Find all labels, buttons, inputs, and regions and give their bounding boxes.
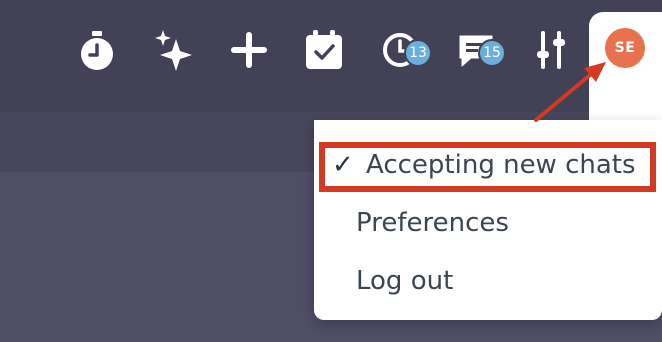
sparkle-icon[interactable] [153, 28, 195, 72]
stopwatch-icon[interactable] [78, 30, 116, 72]
history-count-badge: 13 [404, 39, 432, 67]
sliders-icon[interactable] [534, 30, 568, 70]
menu-item-logout[interactable]: Log out [314, 252, 662, 310]
calendar-check-icon[interactable] [304, 29, 344, 71]
user-avatar[interactable]: SE [605, 28, 645, 68]
menu-item-label: Log out [356, 266, 454, 296]
user-dropdown-menu: ✓ Accepting new chats Preferences Log ou… [314, 120, 662, 320]
menu-item-label: Accepting new chats [366, 150, 636, 180]
menu-item-accepting-chats[interactable]: ✓ Accepting new chats [314, 136, 662, 194]
plus-icon[interactable] [230, 31, 268, 69]
chat-count-badge: 15 [478, 39, 506, 67]
check-icon: ✓ [332, 150, 354, 180]
menu-item-label: Preferences [356, 208, 509, 238]
menu-item-preferences[interactable]: Preferences [314, 194, 662, 252]
